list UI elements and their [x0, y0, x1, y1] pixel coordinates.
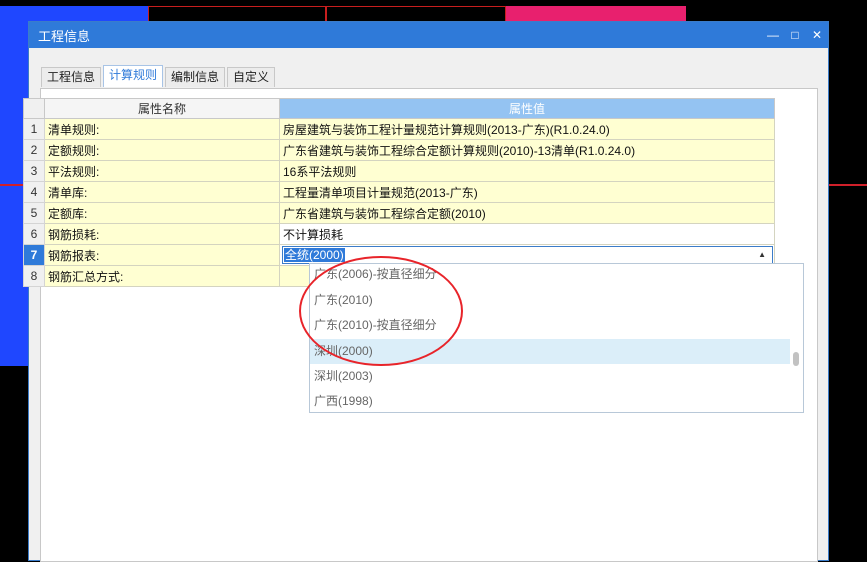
property-value[interactable]: 不计算损耗: [279, 223, 775, 245]
row-index: 7: [23, 244, 45, 266]
table-row[interactable]: 3 平法规则: 16系平法规则: [23, 160, 775, 182]
property-value[interactable]: 广东省建筑与装饰工程综合定额(2010): [279, 202, 775, 224]
table-row[interactable]: 4 清单库: 工程量清单项目计量规范(2013-广东): [23, 181, 775, 203]
property-value[interactable]: 工程量清单项目计量规范(2013-广东): [279, 181, 775, 203]
red-circle-annotation: [299, 256, 463, 366]
row-index: 8: [23, 265, 45, 287]
dropdown-scrollbar-thumb[interactable]: [793, 352, 799, 366]
row-index: 2: [23, 139, 45, 161]
window-title: 工程信息: [38, 28, 91, 44]
maximize-button[interactable]: □: [784, 28, 806, 42]
row-index: 4: [23, 181, 45, 203]
dropdown-option[interactable]: 深圳(2003): [314, 364, 790, 389]
property-value[interactable]: 广东省建筑与装饰工程综合定额计算规则(2010)-13清单(R1.0.24.0): [279, 139, 775, 161]
background-red-line: [829, 184, 867, 186]
property-name: 定额库:: [44, 202, 280, 224]
row-index: 3: [23, 160, 45, 182]
background-red-outline: [148, 6, 326, 22]
property-name: 平法规则:: [44, 160, 280, 182]
table-row[interactable]: 6 钢筋损耗: 不计算损耗: [23, 223, 775, 245]
property-name: 钢筋损耗:: [44, 223, 280, 245]
property-name: 清单规则:: [44, 118, 280, 140]
dropdown-option[interactable]: 广西(1998): [314, 389, 790, 412]
row-index: 6: [23, 223, 45, 245]
table-row[interactable]: 5 定额库: 广东省建筑与装饰工程综合定额(2010): [23, 202, 775, 224]
combobox-selected-value: 全统(2000): [284, 248, 345, 262]
row-index: 5: [23, 202, 45, 224]
property-name: 钢筋报表:: [44, 244, 280, 266]
table-row[interactable]: 1 清单规则: 房屋建筑与装饰工程计量规范计算规则(2013-广东)(R1.0.…: [23, 118, 775, 140]
tab-custom[interactable]: 自定义: [227, 67, 276, 87]
tab-calc-rules[interactable]: 计算规则: [103, 65, 164, 87]
header-property-value: 属性值: [279, 98, 775, 119]
dropdown-arrow-icon[interactable]: ▲: [758, 248, 766, 262]
background-red-outline: [326, 6, 506, 22]
header-index-cell: [23, 98, 45, 119]
minimize-button[interactable]: —: [762, 28, 784, 42]
property-value[interactable]: 房屋建筑与装饰工程计量规范计算规则(2013-广东)(R1.0.24.0): [279, 118, 775, 140]
tab-compile-info[interactable]: 编制信息: [165, 67, 226, 87]
table-row[interactable]: 2 定额规则: 广东省建筑与装饰工程综合定额计算规则(2010)-13清单(R1…: [23, 139, 775, 161]
row-index: 1: [23, 118, 45, 140]
close-button[interactable]: ✕: [806, 28, 828, 42]
property-value[interactable]: 16系平法规则: [279, 160, 775, 182]
tab-bar: 工程信息 计算规则 编制信息 自定义: [41, 65, 277, 87]
tab-project-info[interactable]: 工程信息: [41, 67, 102, 87]
property-name: 清单库:: [44, 181, 280, 203]
header-property-name: 属性名称: [44, 98, 280, 119]
property-name: 钢筋汇总方式:: [44, 265, 280, 287]
property-name: 定额规则:: [44, 139, 280, 161]
title-bar[interactable]: 工程信息 — □ ✕: [29, 22, 828, 48]
grid-header-row: 属性名称 属性值: [23, 98, 775, 119]
background-pink-block: [506, 6, 686, 22]
